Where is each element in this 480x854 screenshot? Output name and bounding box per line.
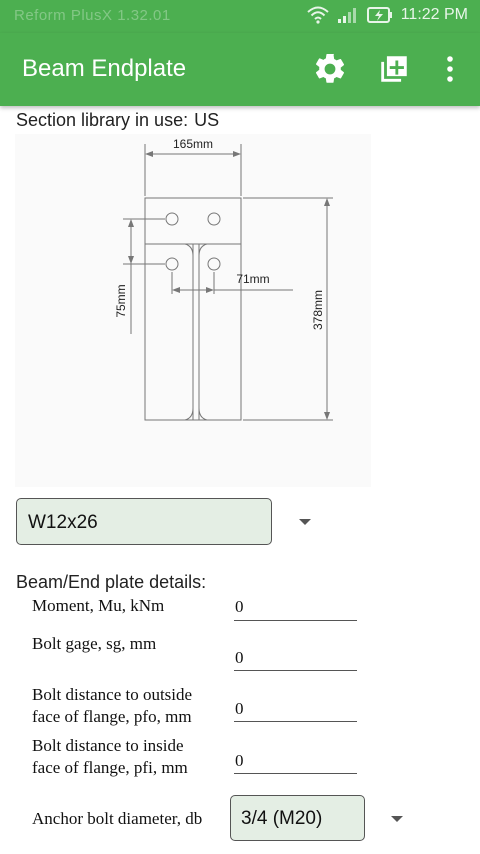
add-button[interactable] — [374, 49, 414, 89]
app-bar: Beam Endplate — [0, 33, 480, 106]
gear-icon — [315, 53, 345, 83]
moment-input[interactable] — [234, 620, 357, 621]
bolt-gage-label: Bolt gage, sg, mm — [32, 634, 157, 653]
pfo-label: Bolt distance to outside face of flange,… — [32, 684, 192, 728]
details-heading: Beam/End plate details: — [16, 572, 207, 592]
settings-button[interactable] — [310, 49, 350, 89]
bolt-gage-input-value: 0 — [235, 648, 244, 667]
fillet-right — [198, 243, 208, 257]
wifi-icon — [307, 6, 329, 24]
bolt-hole — [165, 212, 179, 226]
app-title: Beam Endplate — [22, 55, 187, 82]
fillet-bottom-left — [184, 407, 194, 421]
section-library-value: US — [194, 110, 220, 130]
moment-label: Moment, Mu, kNm — [32, 596, 165, 615]
endplate-drawing: 165mm 71mm 75mm 378mm — [15, 134, 371, 487]
pfo-label-line1: Bolt distance to outside — [32, 685, 193, 704]
section-library-label: Section library in use: US — [16, 110, 219, 131]
pfi-label-line2: face of flange, pfi, mm — [32, 758, 188, 777]
battery-charging-icon — [366, 7, 392, 23]
endplate-diagram: 165mm 71mm 75mm 378mm — [114, 137, 333, 421]
anchor-bolt-select[interactable]: 3/4 (M20) — [230, 795, 365, 841]
section-select[interactable]: W12x26 — [16, 498, 272, 545]
section-library-caption: Section library in use: — [16, 110, 189, 130]
pfi-label-line1: Bolt distance to inside — [32, 736, 184, 755]
depth-dimension-label: 378mm — [311, 290, 325, 330]
overflow-menu-button[interactable] — [430, 49, 470, 89]
pfi-label: Bolt distance to inside face of flange, … — [32, 735, 188, 779]
section-select-value: W12x26 — [28, 512, 98, 533]
pfo-input-value: 0 — [235, 699, 244, 718]
anchor-bolt-label: Anchor bolt diameter, db — [32, 809, 203, 828]
anchor-bolt-dropdown-icon[interactable] — [391, 816, 403, 822]
status-icons: 11:22 PM — [307, 6, 468, 24]
status-time: 11:22 PM — [400, 6, 468, 23]
bolt-hole — [207, 257, 221, 271]
pfi-input[interactable] — [234, 773, 357, 774]
bolt-hole — [165, 257, 179, 271]
fillet-left — [184, 243, 194, 257]
pfi-input-value: 0 — [235, 751, 244, 770]
gage-dimension-label: 71mm — [236, 272, 269, 286]
add-box-icon — [381, 56, 407, 82]
bolt-hole — [207, 212, 221, 226]
status-carrier-text: Reform PlusX 1.32.01 — [14, 7, 171, 24]
signal-icon — [337, 8, 356, 23]
status-bar: Reform PlusX 1.32.01 11:22 PM — [0, 0, 480, 33]
width-dimension-label: 165mm — [173, 137, 213, 151]
pfo-label-line2: face of flange, pfo, mm — [32, 707, 192, 726]
more-vert-icon — [447, 56, 453, 82]
anchor-bolt-select-value: 3/4 (M20) — [241, 808, 323, 829]
fillet-bottom-right — [198, 407, 208, 421]
bolt-gage-input[interactable] — [234, 670, 357, 671]
spacing-dimension-label: 75mm — [114, 284, 128, 317]
moment-input-value: 0 — [235, 597, 244, 616]
section-select-dropdown-icon[interactable] — [299, 519, 311, 525]
pfo-input[interactable] — [234, 721, 357, 722]
